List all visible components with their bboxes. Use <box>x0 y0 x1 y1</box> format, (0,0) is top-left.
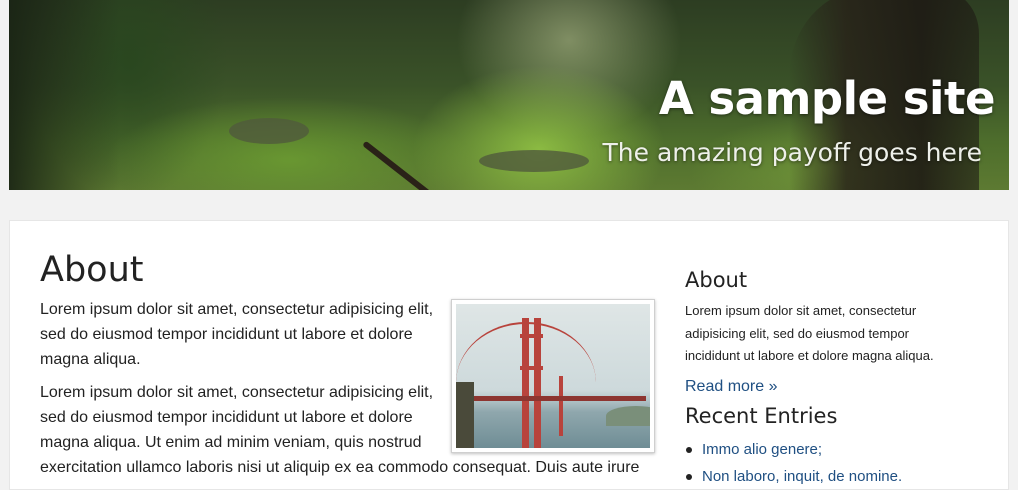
banner-forest-shade <box>9 0 119 190</box>
banner-mossy-rock <box>229 118 309 144</box>
page-title: About <box>40 250 144 290</box>
site-title[interactable]: A sample site <box>659 72 996 125</box>
about-paragraph-2: Lorem ipsum dolor sit amet, consectetur … <box>40 380 639 480</box>
photo-fort <box>456 382 474 448</box>
sidebar-about-text: Lorem ipsum dolor sit amet, consectetur … <box>685 303 934 363</box>
recent-entry-link[interactable]: Non laboro, inquit, de nomine. <box>702 468 902 485</box>
recent-entries-list: Immo alio genere; Non laboro, inquit, de… <box>685 436 985 490</box>
main-content: About Lorem ipsum dolor sit amet, consec… <box>40 247 660 480</box>
sidebar-about-heading: About <box>685 268 748 292</box>
sidebar: About Lorem ipsum dolor sit amet, consec… <box>685 266 985 490</box>
photo-hill <box>606 406 650 426</box>
recent-entries-heading: Recent Entries <box>685 403 838 428</box>
site-payoff: The amazing payoff goes here <box>602 138 982 167</box>
recent-entry-link[interactable]: Immo alio genere; <box>702 441 822 458</box>
photo-content <box>456 304 650 448</box>
banner-branch <box>362 140 453 190</box>
content-panel: About Lorem ipsum dolor sit amet, consec… <box>9 220 1009 490</box>
banner-mossy-rock <box>479 150 589 172</box>
photo-bridge-deck <box>456 396 646 401</box>
list-item: Immo alio genere; <box>685 436 985 463</box>
read-more-link[interactable]: Read more » <box>685 376 985 398</box>
golden-gate-bridge-image <box>451 299 655 453</box>
paragraph-line: magna aliqua. Ut enim ad minim veniam, q… <box>40 434 422 451</box>
list-item: Non laboro, inquit, de nomine. <box>685 463 985 490</box>
paragraph-line: exercitation ullamco laboris nisi ut ali… <box>40 459 640 476</box>
paragraph-line: Lorem ipsum dolor sit amet, consectetur … <box>40 384 434 401</box>
header-banner: A sample site The amazing payoff goes he… <box>9 0 1009 190</box>
paragraph-line: sed do eiusmod tempor incididunt ut labo… <box>40 409 413 426</box>
about-paragraph-1: Lorem ipsum dolor sit amet, consectetur … <box>40 301 434 368</box>
photo-bridge-cable <box>456 322 596 444</box>
